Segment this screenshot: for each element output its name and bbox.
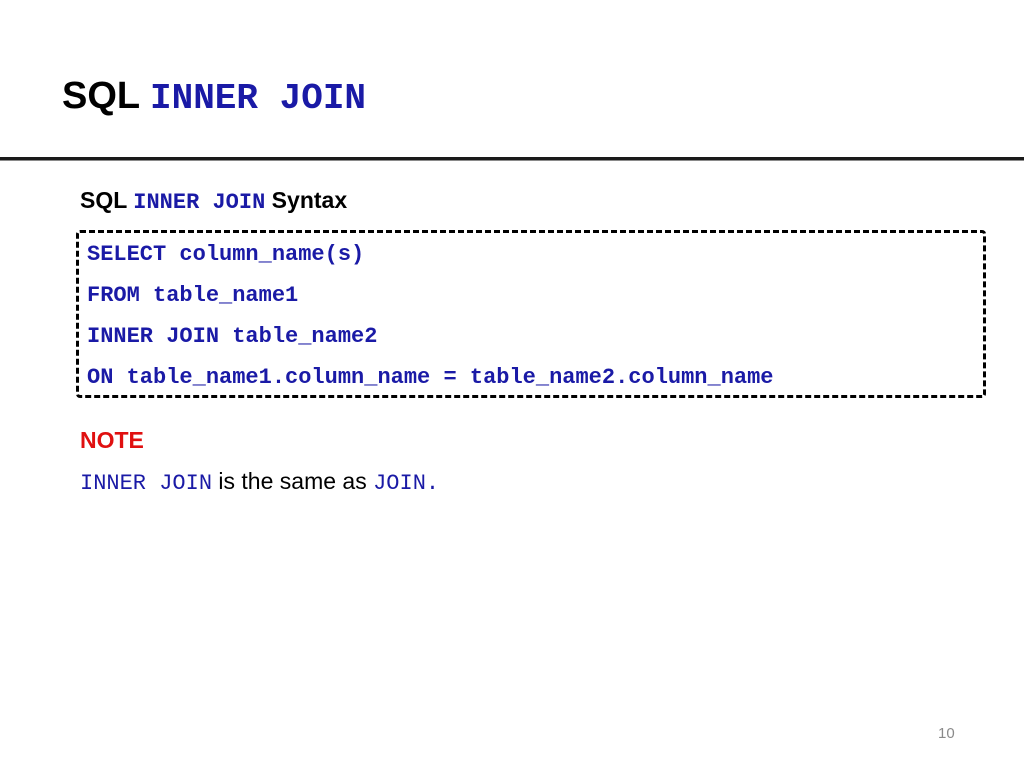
code-line: ON table_name1.column_name = table_name2… [87, 365, 774, 390]
page-number: 10 [938, 725, 955, 742]
title-prefix: SQL [62, 75, 150, 117]
slide-title: SQL INNER JOIN [62, 72, 366, 123]
code-line: SELECT column_name(s) [87, 242, 365, 267]
code-line: FROM table_name1 [87, 283, 299, 308]
note-text: INNER JOIN is the same as JOIN. [80, 465, 439, 500]
note-keyword-join: JOIN. [373, 471, 440, 496]
note-middle-text: is the same as [212, 468, 374, 494]
title-keyword: INNER JOIN [150, 78, 367, 119]
syntax-heading-prefix: SQL [80, 187, 134, 213]
title-divider [0, 157, 1024, 161]
code-line: INNER JOIN table_name2 [87, 324, 378, 349]
syntax-heading-keyword: INNER JOIN [133, 190, 266, 215]
note-keyword-inner-join: INNER JOIN [80, 471, 213, 496]
syntax-heading-suffix: Syntax [265, 187, 348, 213]
note-label: NOTE [80, 427, 144, 453]
syntax-heading: SQL INNER JOIN Syntax [80, 184, 347, 219]
